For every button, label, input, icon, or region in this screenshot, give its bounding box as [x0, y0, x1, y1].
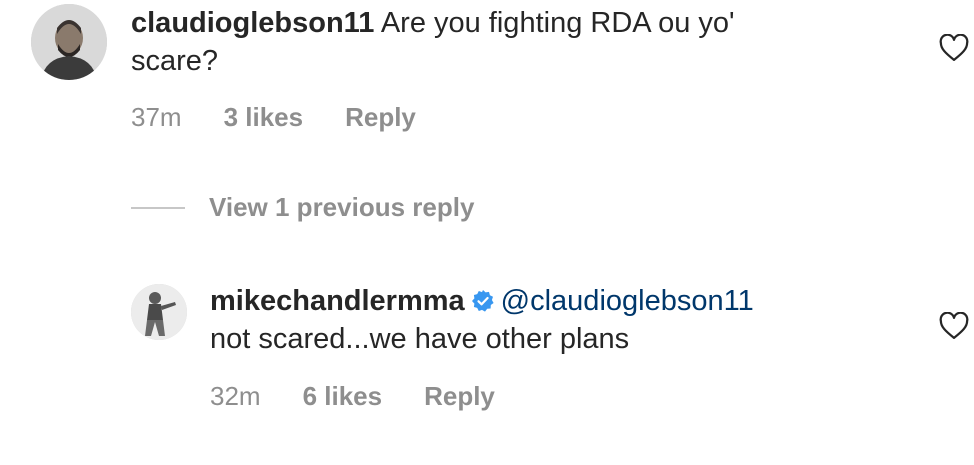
reply-likes[interactable]: 6 likes — [303, 381, 383, 412]
reply-button[interactable]: Reply — [424, 381, 495, 412]
mention-link[interactable]: @claudioglebson11 — [501, 285, 754, 317]
avatar[interactable] — [131, 284, 187, 340]
comments-screen: claudioglebson11 Are you fighting RDA ou… — [0, 0, 974, 465]
avatar-photo — [31, 4, 107, 80]
avatar[interactable] — [31, 4, 107, 80]
verified-badge-icon — [471, 290, 494, 312]
view-replies-label: View 1 previous reply — [209, 192, 475, 222]
heart-outline-icon[interactable] — [939, 312, 969, 340]
reply-meta: 32m 6 likes Reply — [210, 381, 537, 412]
divider-line — [131, 206, 185, 209]
view-previous-replies-button[interactable]: View 1 previous reply — [131, 192, 474, 223]
heart-outline-icon[interactable] — [939, 34, 969, 62]
comment-likes[interactable]: 3 likes — [224, 102, 304, 133]
comment-timestamp: 37m — [131, 102, 182, 132]
reply-button[interactable]: Reply — [345, 102, 416, 133]
comment-username[interactable]: claudioglebson11 — [131, 7, 374, 39]
comment-body-continued: scare? — [131, 45, 219, 77]
reply-username[interactable]: mikechandlermma — [210, 285, 465, 317]
comment-meta: 37m 3 likes Reply — [131, 102, 458, 133]
reply-text: mikechandlermma @claudioglebson11 not sc… — [210, 282, 910, 358]
avatar-photo — [131, 284, 187, 340]
comment-text: claudioglebson11 Are you fighting RDA ou… — [131, 4, 921, 80]
reply-timestamp: 32m — [210, 381, 261, 411]
comment-body: Are you fighting RDA ou yo' — [380, 7, 735, 39]
reply-body: not scared...we have other plans — [210, 323, 630, 355]
